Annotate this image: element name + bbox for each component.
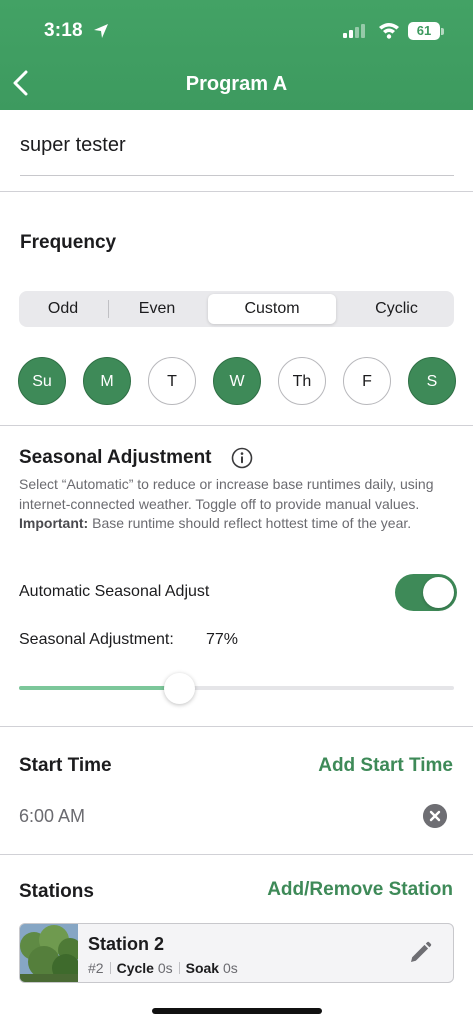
page-title: Program A bbox=[185, 73, 288, 95]
meta-separator bbox=[109, 962, 111, 974]
program-name-input[interactable] bbox=[20, 128, 454, 157]
seasonal-adjustment-label: Seasonal Adjustment: bbox=[19, 631, 174, 648]
station-meta: #2 Cycle 0s Soak 0s bbox=[88, 960, 238, 976]
seasonal-title: Seasonal Adjustment bbox=[19, 447, 212, 468]
auto-seasonal-toggle[interactable] bbox=[395, 574, 457, 611]
frequency-option-custom[interactable]: Custom bbox=[208, 294, 336, 324]
day-toggle-saturday[interactable]: S bbox=[408, 357, 456, 405]
start-time-title: Start Time bbox=[19, 755, 112, 776]
remove-start-time-icon[interactable] bbox=[423, 804, 447, 828]
battery-icon: 61 bbox=[408, 22, 440, 40]
toggle-knob bbox=[423, 577, 454, 608]
add-remove-station-button[interactable]: Add/Remove Station bbox=[267, 879, 453, 901]
auto-seasonal-label: Automatic Seasonal Adjust bbox=[19, 583, 210, 600]
location-arrow-icon bbox=[94, 24, 108, 38]
meta-separator bbox=[178, 962, 180, 974]
day-toggle-tuesday[interactable]: T bbox=[148, 357, 196, 405]
station-cycle-label: Cycle bbox=[116, 960, 154, 976]
day-toggle-monday[interactable]: M bbox=[83, 357, 131, 405]
important-label: Important: bbox=[19, 515, 89, 531]
seasonal-description: Select “Automatic” to reduce or increase… bbox=[19, 475, 459, 534]
home-indicator bbox=[152, 1008, 322, 1014]
station-number: #2 bbox=[88, 960, 104, 976]
pencil-edit-icon[interactable] bbox=[408, 941, 432, 965]
station-cycle-value: 0s bbox=[157, 960, 173, 976]
app-header: 3:18 61 Program A bbox=[0, 0, 473, 110]
day-toggle-sunday[interactable]: Su bbox=[18, 357, 66, 405]
divider bbox=[0, 726, 473, 727]
status-bar: 3:18 61 bbox=[0, 18, 473, 46]
frequency-option-even[interactable]: Even bbox=[109, 291, 205, 327]
cellular-signal-icon bbox=[343, 24, 365, 38]
frequency-option-odd[interactable]: Odd bbox=[19, 291, 107, 327]
battery-tip bbox=[441, 28, 444, 35]
day-toggle-wednesday[interactable]: W bbox=[213, 357, 261, 405]
day-toggle-thursday[interactable]: Th bbox=[278, 357, 326, 405]
station-card[interactable]: Station 2 #2 Cycle 0s Soak 0s bbox=[19, 923, 454, 983]
frequency-segmented-control: Odd Even Custom Cyclic bbox=[19, 291, 454, 327]
frequency-option-cyclic[interactable]: Cyclic bbox=[339, 291, 454, 327]
wifi-icon bbox=[379, 23, 399, 39]
status-time: 3:18 bbox=[44, 20, 83, 41]
add-start-time-button[interactable]: Add Start Time bbox=[318, 755, 453, 777]
station-photo bbox=[20, 924, 78, 982]
station-soak-value: 0s bbox=[222, 960, 238, 976]
slider-thumb[interactable] bbox=[164, 673, 196, 704]
seasonal-adjustment-slider[interactable] bbox=[19, 670, 454, 706]
divider bbox=[0, 191, 473, 192]
seasonal-description-text: Select “Automatic” to reduce or increase… bbox=[19, 476, 434, 512]
info-icon[interactable] bbox=[231, 447, 253, 469]
seasonal-adjustment-value: 77% bbox=[206, 631, 239, 648]
start-time-value[interactable]: 6:00 AM bbox=[19, 806, 85, 827]
station-soak-label: Soak bbox=[185, 960, 220, 976]
frequency-title: Frequency bbox=[20, 232, 117, 253]
stations-title: Stations bbox=[19, 881, 94, 902]
seasonal-description-text-2: Base runtime should reflect hottest time… bbox=[88, 515, 412, 531]
slider-fill bbox=[19, 686, 180, 690]
divider bbox=[0, 425, 473, 426]
program-name-field[interactable] bbox=[20, 128, 454, 176]
divider bbox=[0, 854, 473, 855]
day-toggle-friday[interactable]: F bbox=[343, 357, 391, 405]
station-name: Station 2 bbox=[88, 934, 165, 954]
